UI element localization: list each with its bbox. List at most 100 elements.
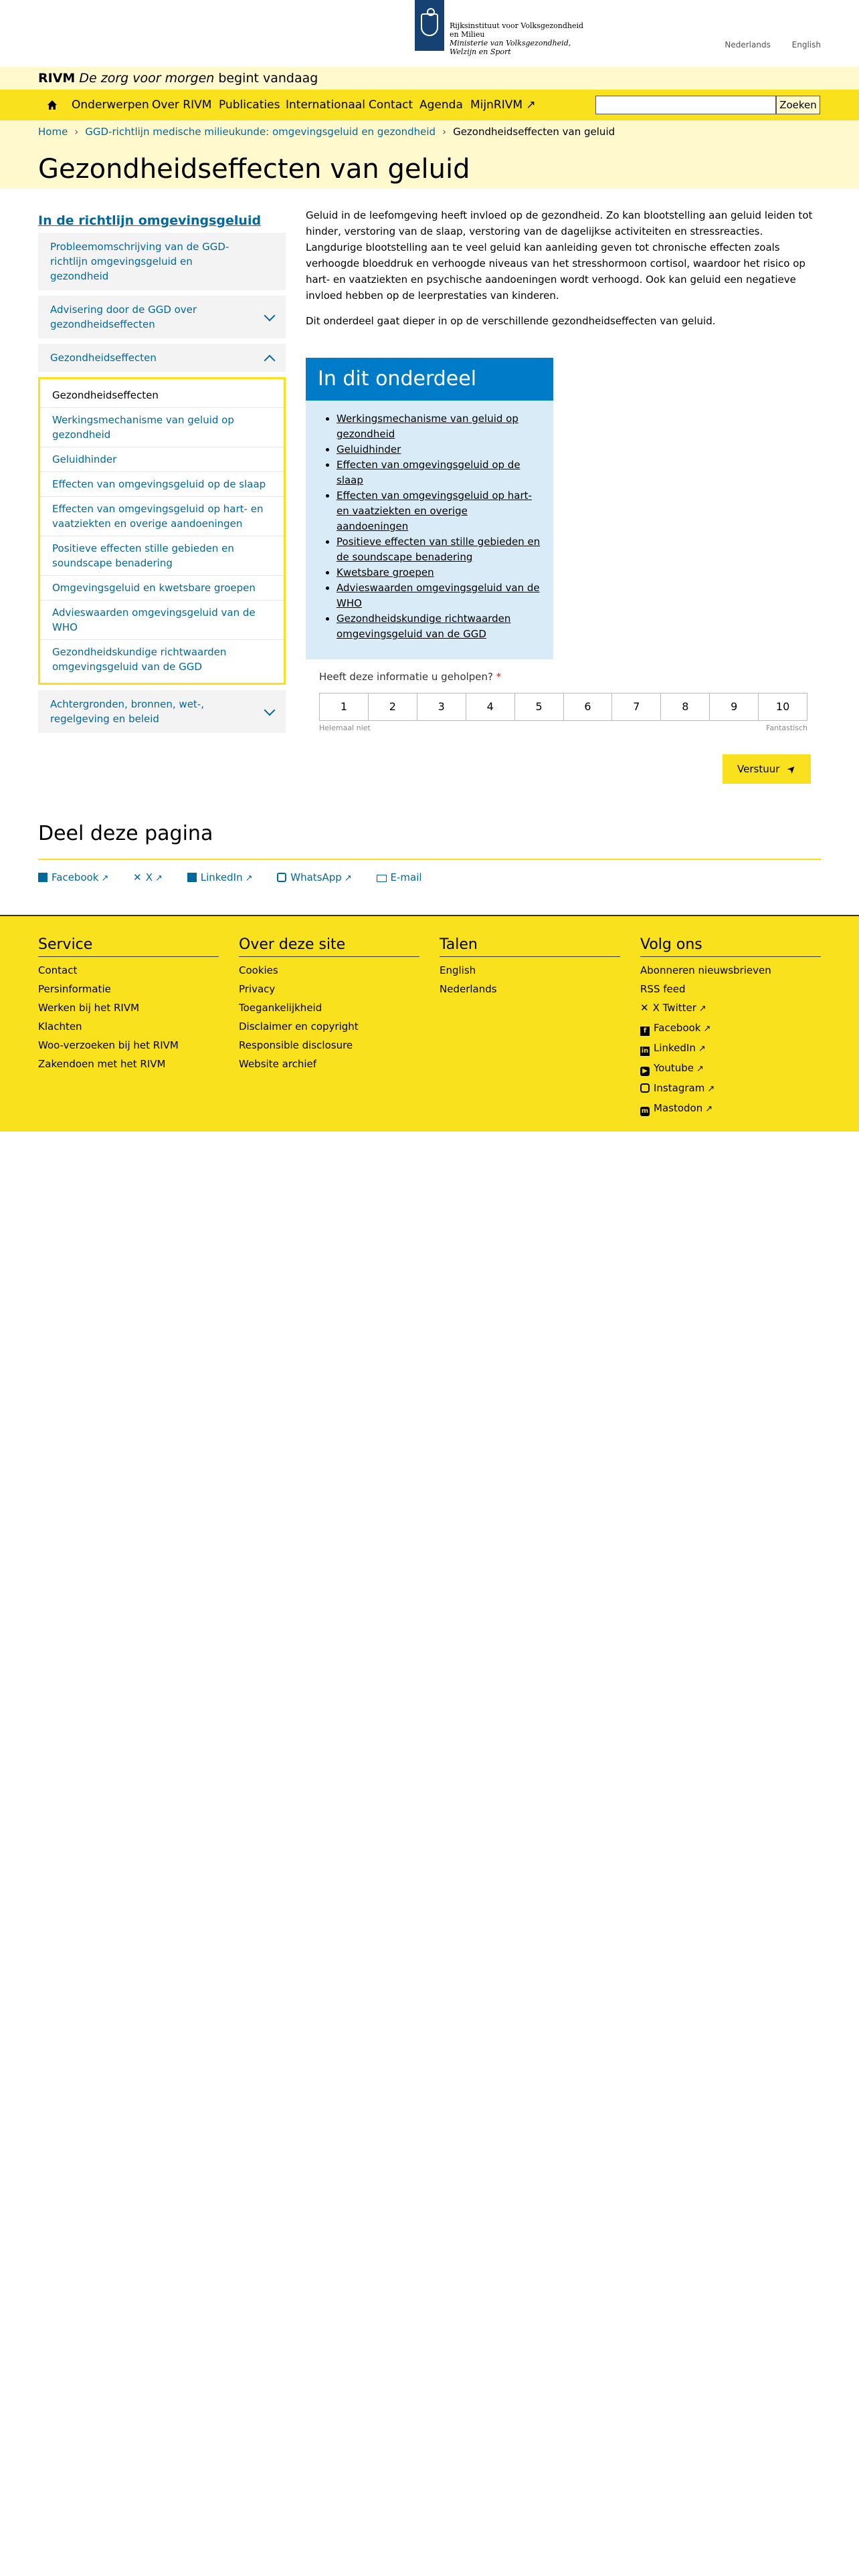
share-email-link[interactable]: E-mail — [376, 871, 422, 884]
footer-link[interactable]: Responsible disclosure — [239, 1036, 419, 1055]
footer-link-newsletter[interactable]: Abonneren nieuwsbrieven — [640, 961, 821, 980]
rating-option[interactable]: 10 — [759, 693, 807, 720]
breadcrumb-richtlijn[interactable]: GGD-richtlijn medische milieukunde: omge… — [85, 126, 436, 138]
rating-option[interactable]: 5 — [515, 693, 564, 720]
feedback-question-text: Heeft deze informatie u geholpen? — [319, 671, 494, 683]
footer-link[interactable]: Persinformatie — [38, 980, 219, 998]
lang-en-link[interactable]: English — [792, 40, 821, 49]
sidebar-item-advisering[interactable]: Advisering door de GGD over gezondheidse… — [38, 296, 286, 338]
sidebar-subitem[interactable]: Effecten van omgevingsgeluid op de slaap — [40, 472, 284, 497]
footer-link[interactable]: Nederlands — [440, 980, 620, 998]
toc-link[interactable]: Gezondheidskundige richtwaarden omgeving… — [337, 611, 541, 642]
footer-link-mastodon[interactable]: m Mastodon ↗ — [640, 1099, 821, 1119]
x-icon: ✕ — [133, 871, 142, 883]
nav-over-rivm[interactable]: Over RIVM — [152, 90, 211, 120]
share-facebook-link[interactable]: Facebook ↗ — [38, 871, 108, 885]
footer-link[interactable]: Privacy — [239, 980, 419, 998]
rating-option[interactable]: 6 — [564, 693, 613, 720]
share-linkedin-link[interactable]: LinkedIn ↗ — [187, 871, 253, 885]
nav-internationaal[interactable]: Internationaal — [286, 90, 365, 120]
external-link-icon: ↗ — [155, 873, 163, 883]
logo-emblem — [415, 0, 444, 51]
sidebar-subitem[interactable]: Omgevingsgeluid en kwetsbare groepen — [40, 576, 284, 601]
submit-button[interactable]: Verstuur ➤ — [723, 754, 811, 784]
toc-link[interactable]: Geluidhinder — [337, 442, 541, 457]
nav-mijnrivm[interactable]: MijnRIVM ↗ — [470, 90, 536, 120]
footer-link[interactable]: Werken bij het RIVM — [38, 998, 219, 1017]
rating-option[interactable]: 4 — [466, 693, 515, 720]
footer-link[interactable]: Website archief — [239, 1055, 419, 1073]
footer-link-youtube[interactable]: ▶ Youtube ↗ — [640, 1059, 821, 1079]
nav-onderwerpen[interactable]: Onderwerpen — [72, 90, 149, 120]
search-input[interactable] — [595, 96, 776, 114]
rating-option[interactable]: 1 — [320, 693, 369, 720]
sidebar-item-gezondheidseffecten[interactable]: Gezondheidseffecten — [38, 344, 286, 372]
footer-link-facebook[interactable]: f Facebook ↗ — [640, 1018, 821, 1039]
footer-link-label: Instagram — [654, 1082, 705, 1094]
share-x-link[interactable]: ✕ X ↗ — [133, 871, 163, 885]
breadcrumb: Home › GGD-richtlijn medische milieukunde:… — [38, 126, 615, 138]
sidebar-subitem[interactable]: Werkingsmechanisme van geluid op gezondh… — [40, 408, 284, 447]
footer-link-x[interactable]: ✕ X Twitter ↗ — [640, 998, 821, 1018]
toc-link[interactable]: Effecten van omgevingsgeluid op de slaap — [337, 457, 541, 488]
sidebar-subitem[interactable]: Effecten van omgevingsgeluid op hart- en… — [40, 497, 284, 536]
sidebar-subitem[interactable]: Advieswaarden omgevingsgeluid van de WHO — [40, 601, 284, 640]
breadcrumb-home[interactable]: Home — [38, 126, 68, 138]
sidebar-subitem[interactable]: Positieve effecten stille gebieden en so… — [40, 536, 284, 576]
logo-text: Rijksinstituut voor Volksgezondheid en M… — [450, 21, 597, 56]
footer-heading: Talen — [440, 935, 620, 957]
footer-link-rss[interactable]: RSS feed — [640, 980, 821, 998]
footer-link[interactable]: Disclaimer en copyright — [239, 1017, 419, 1036]
rating-high-label: Fantastisch — [766, 724, 807, 732]
nav-agenda[interactable]: Agenda — [419, 90, 463, 120]
footer-link[interactable]: English — [440, 961, 620, 980]
footer-link[interactable]: Woo-verzoeken bij het RIVM — [38, 1036, 219, 1055]
nav-contact[interactable]: Contact — [369, 90, 413, 120]
sidebar-subitem[interactable]: Geluidhinder — [40, 447, 284, 472]
in-dit-onderdeel-box: In dit onderdeel Werkingsmechanisme van … — [306, 358, 553, 659]
footer-col-languages: Talen English Nederlands — [440, 935, 620, 998]
sidebar-item-probleemomschrijving[interactable]: Probleemomschrijving van de GGD-richtlij… — [38, 233, 286, 290]
toc-link[interactable]: Werkingsmechanisme van geluid op gezondh… — [337, 411, 541, 442]
external-link-icon: ↗ — [344, 873, 352, 883]
toc-link[interactable]: Positieve effecten van stille gebieden e… — [337, 534, 541, 565]
rating-option[interactable]: 2 — [369, 693, 417, 720]
sidebar-item-achtergronden[interactable]: Achtergronden, bronnen, wet-, regelgevin… — [38, 690, 286, 733]
footer-link-linkedin[interactable]: in LinkedIn ↗ — [640, 1039, 821, 1059]
toc-link[interactable]: Advieswaarden omgevingsgeluid van de WHO — [337, 580, 541, 611]
rating-scale: 1 2 3 4 5 6 7 8 9 10 — [319, 693, 807, 721]
rijksoverheid-logo[interactable]: Rijksinstituut voor Volksgezondheid en M… — [415, 0, 589, 67]
rating-option[interactable]: 9 — [710, 693, 759, 720]
rating-low-label: Helemaal niet — [319, 724, 371, 732]
mastodon-icon: m — [640, 1107, 650, 1116]
sidebar-subitem[interactable]: Gezondheidskundige richtwaarden omgeving… — [40, 640, 284, 679]
footer-link[interactable]: Toegankelijkheid — [239, 998, 419, 1017]
search-button[interactable]: Zoeken — [776, 96, 820, 114]
site-header: Rijksinstituut voor Volksgezondheid en M… — [0, 0, 859, 67]
nav-publicaties[interactable]: Publicaties — [219, 90, 280, 120]
rating-option[interactable]: 8 — [661, 693, 710, 720]
toc-link[interactable]: Kwetsbare groepen — [337, 565, 541, 580]
rating-option[interactable]: 3 — [417, 693, 466, 720]
sidebar-item-label: Advisering door de GGD over gezondheidse… — [50, 304, 197, 330]
footer-link[interactable]: Contact — [38, 961, 219, 980]
toc-link[interactable]: Effecten van omgevingsgeluid op hart- en… — [337, 488, 541, 534]
home-icon[interactable] — [47, 100, 58, 110]
footer-link-instagram[interactable]: Instagram ↗ — [640, 1079, 821, 1099]
footer-link[interactable]: Cookies — [239, 961, 419, 980]
sidebar-title[interactable]: In de richtlijn omgevingsgeluid — [38, 213, 286, 229]
external-link-icon: ↗ — [698, 1004, 706, 1014]
footer-link[interactable]: Zakendoen met het RIVM — [38, 1055, 219, 1073]
share-whatsapp-link[interactable]: WhatsApp ↗ — [277, 871, 352, 885]
linkedin-icon: in — [640, 1047, 650, 1056]
lang-nl-link[interactable]: Nederlands — [725, 40, 770, 49]
footer-link[interactable]: Klachten — [38, 1017, 219, 1036]
tagline-italic: De zorg voor morgen — [79, 71, 215, 86]
send-icon: ➤ — [784, 762, 799, 776]
intro: Geluid in de leefomgeving heeft invloed … — [306, 207, 821, 329]
instagram-icon — [640, 1083, 650, 1093]
main-nav: Onderwerpen Over RIVM Publicaties Intern… — [0, 90, 859, 120]
sidebar-subitem-current: Gezondheidseffecten — [40, 383, 284, 408]
rating-option[interactable]: 7 — [612, 693, 662, 720]
youtube-icon: ▶ — [640, 1067, 650, 1076]
